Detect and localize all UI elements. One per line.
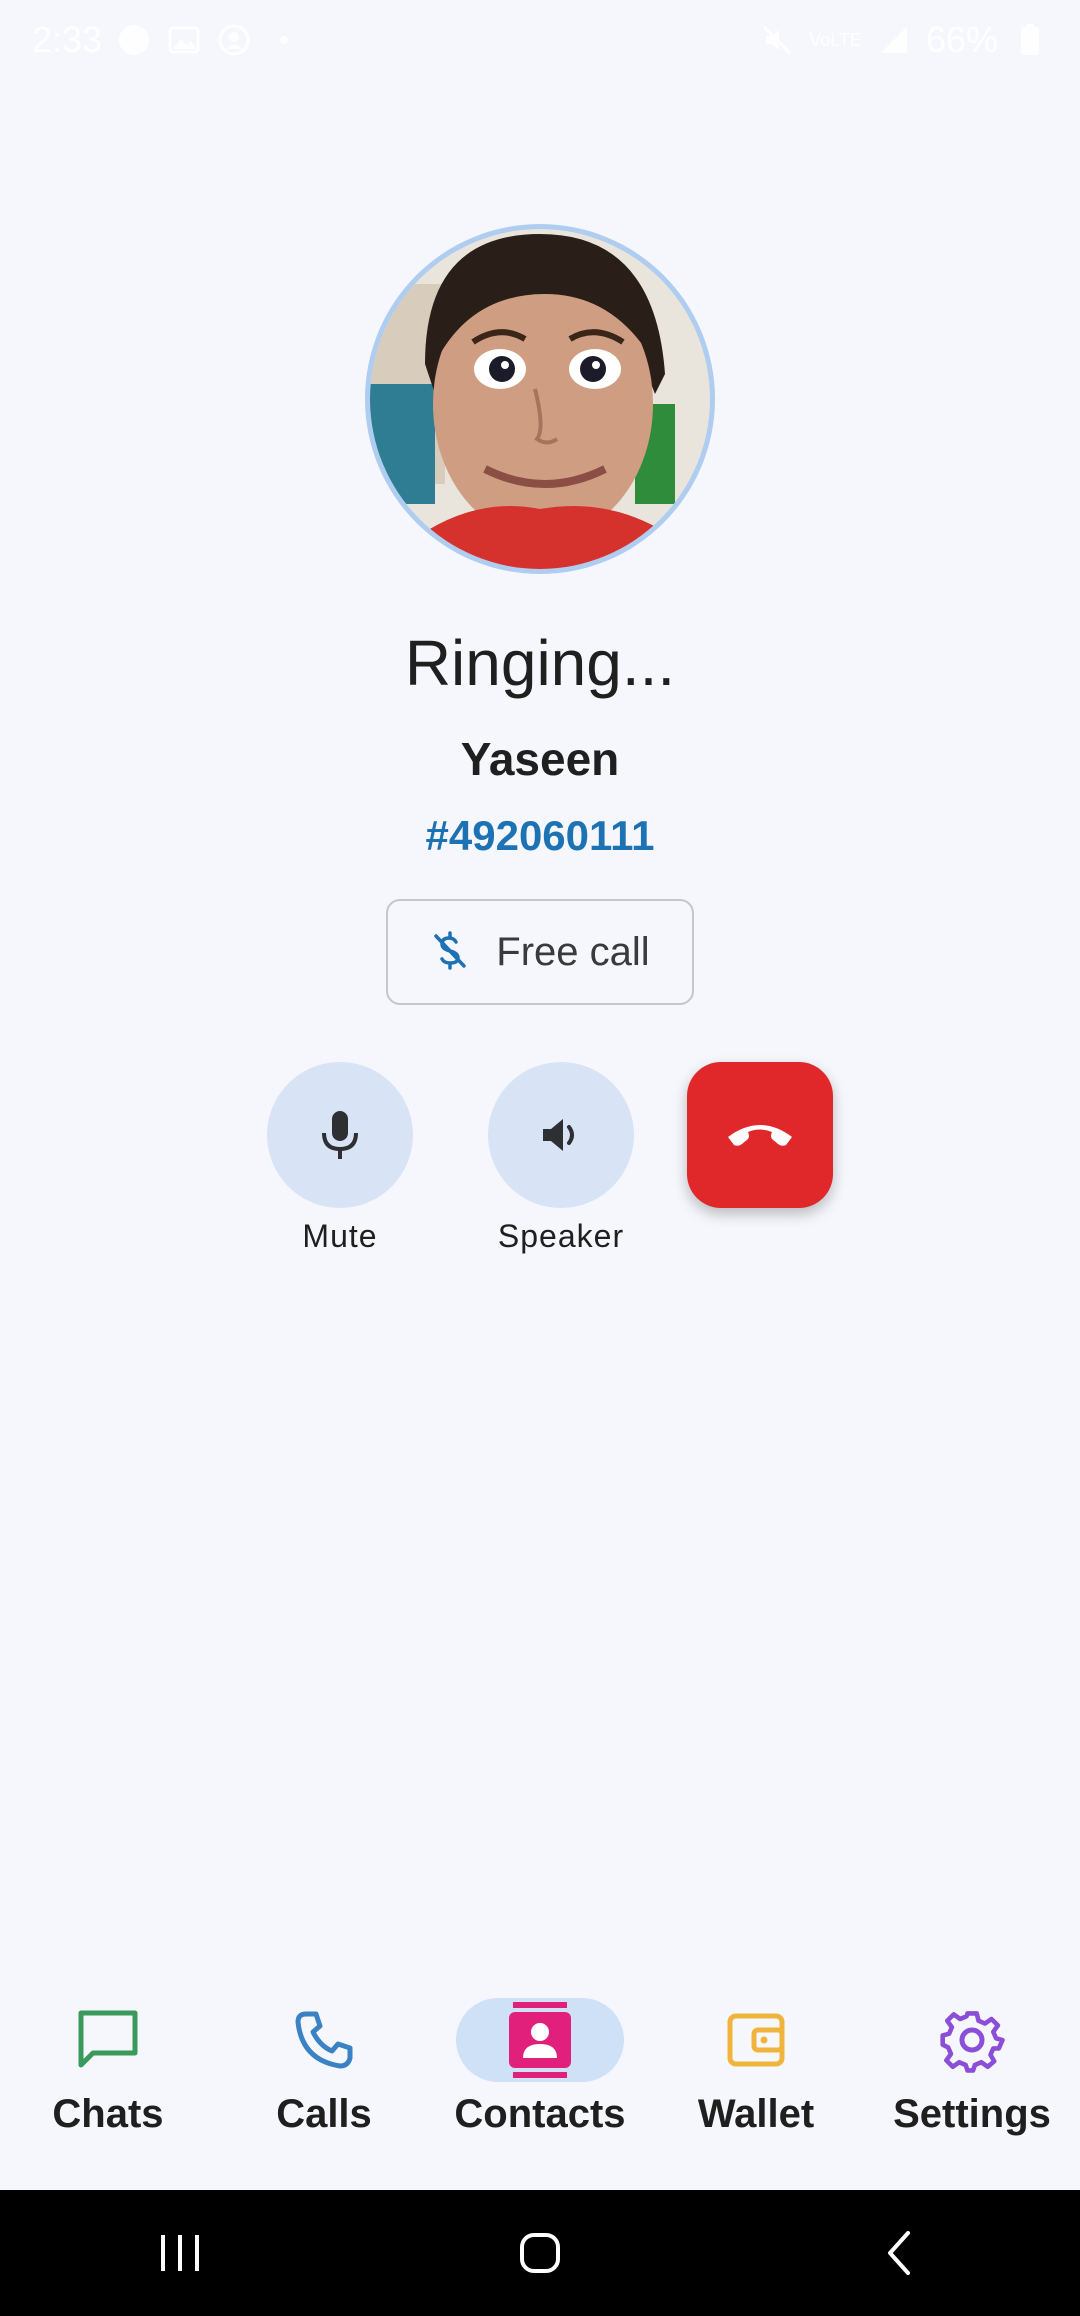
phone-icon	[240, 1998, 408, 2082]
home-icon	[520, 2233, 560, 2273]
status-bar: 2:33 VoLTE 66%	[0, 0, 1080, 80]
contact-id: #492060111	[425, 812, 655, 859]
status-left: 2:33	[32, 19, 302, 61]
nav-settings-label: Settings	[893, 2092, 1051, 2136]
avatar-photo	[370, 229, 710, 569]
gear-icon	[888, 1998, 1056, 2082]
back-arrow-icon	[888, 2231, 910, 2275]
no-money-icon	[430, 930, 470, 975]
bottom-navigation: Chats Calls Contacts Wallet Settings	[0, 1978, 1080, 2190]
nav-calls[interactable]: Calls	[216, 1978, 432, 2137]
call-status: Ringing...	[404, 627, 676, 699]
gallery-icon	[166, 22, 202, 58]
recent-apps-icon	[161, 2235, 199, 2271]
speaker-button[interactable]	[488, 1062, 634, 1208]
status-time: 2:33	[32, 19, 103, 60]
nav-contacts[interactable]: Contacts	[432, 1978, 648, 2137]
home-button[interactable]	[480, 2203, 600, 2303]
nav-wallet[interactable]: Wallet	[648, 1978, 864, 2137]
nav-contacts-label: Contacts	[454, 2092, 626, 2136]
mute-button[interactable]	[267, 1062, 413, 1208]
contact-avatar	[365, 224, 715, 574]
back-button[interactable]	[840, 2203, 960, 2303]
nav-chats[interactable]: Chats	[0, 1978, 216, 2137]
notification-bubble-icon	[116, 22, 152, 58]
system-navigation-bar	[0, 2190, 1080, 2316]
speaker-control: Speaker	[487, 1062, 635, 1255]
recent-apps-button[interactable]	[120, 2203, 240, 2303]
status-right: VoLTE 66%	[759, 19, 1048, 61]
battery-percent: 66%	[925, 19, 998, 60]
free-call-badge: Free call	[386, 899, 694, 1005]
signal-icon	[876, 22, 912, 58]
wallet-icon	[672, 1998, 840, 2082]
volte-indicator: VoLTE	[809, 30, 862, 50]
mute-control: Mute	[266, 1062, 414, 1255]
mute-label: Mute	[302, 1218, 378, 1254]
end-call-button[interactable]	[687, 1062, 833, 1208]
mute-vibrate-icon	[759, 22, 795, 58]
nav-settings[interactable]: Settings	[864, 1978, 1080, 2137]
nav-chats-label: Chats	[52, 2092, 164, 2136]
nav-wallet-label: Wallet	[697, 2092, 815, 2136]
battery-icon	[1012, 22, 1048, 58]
chat-icon	[24, 1998, 192, 2082]
dot-icon	[266, 22, 302, 58]
hang-up-icon	[728, 1125, 792, 1146]
contacts-icon	[456, 1998, 624, 2082]
speaker-label: Speaker	[497, 1218, 625, 1254]
speaker-icon	[543, 1119, 574, 1151]
nav-calls-label: Calls	[276, 2092, 372, 2136]
free-call-label: Free call	[496, 929, 650, 974]
contact-name: Yaseen	[460, 733, 620, 785]
account-circle-icon	[216, 22, 252, 58]
microphone-icon	[322, 1111, 358, 1159]
